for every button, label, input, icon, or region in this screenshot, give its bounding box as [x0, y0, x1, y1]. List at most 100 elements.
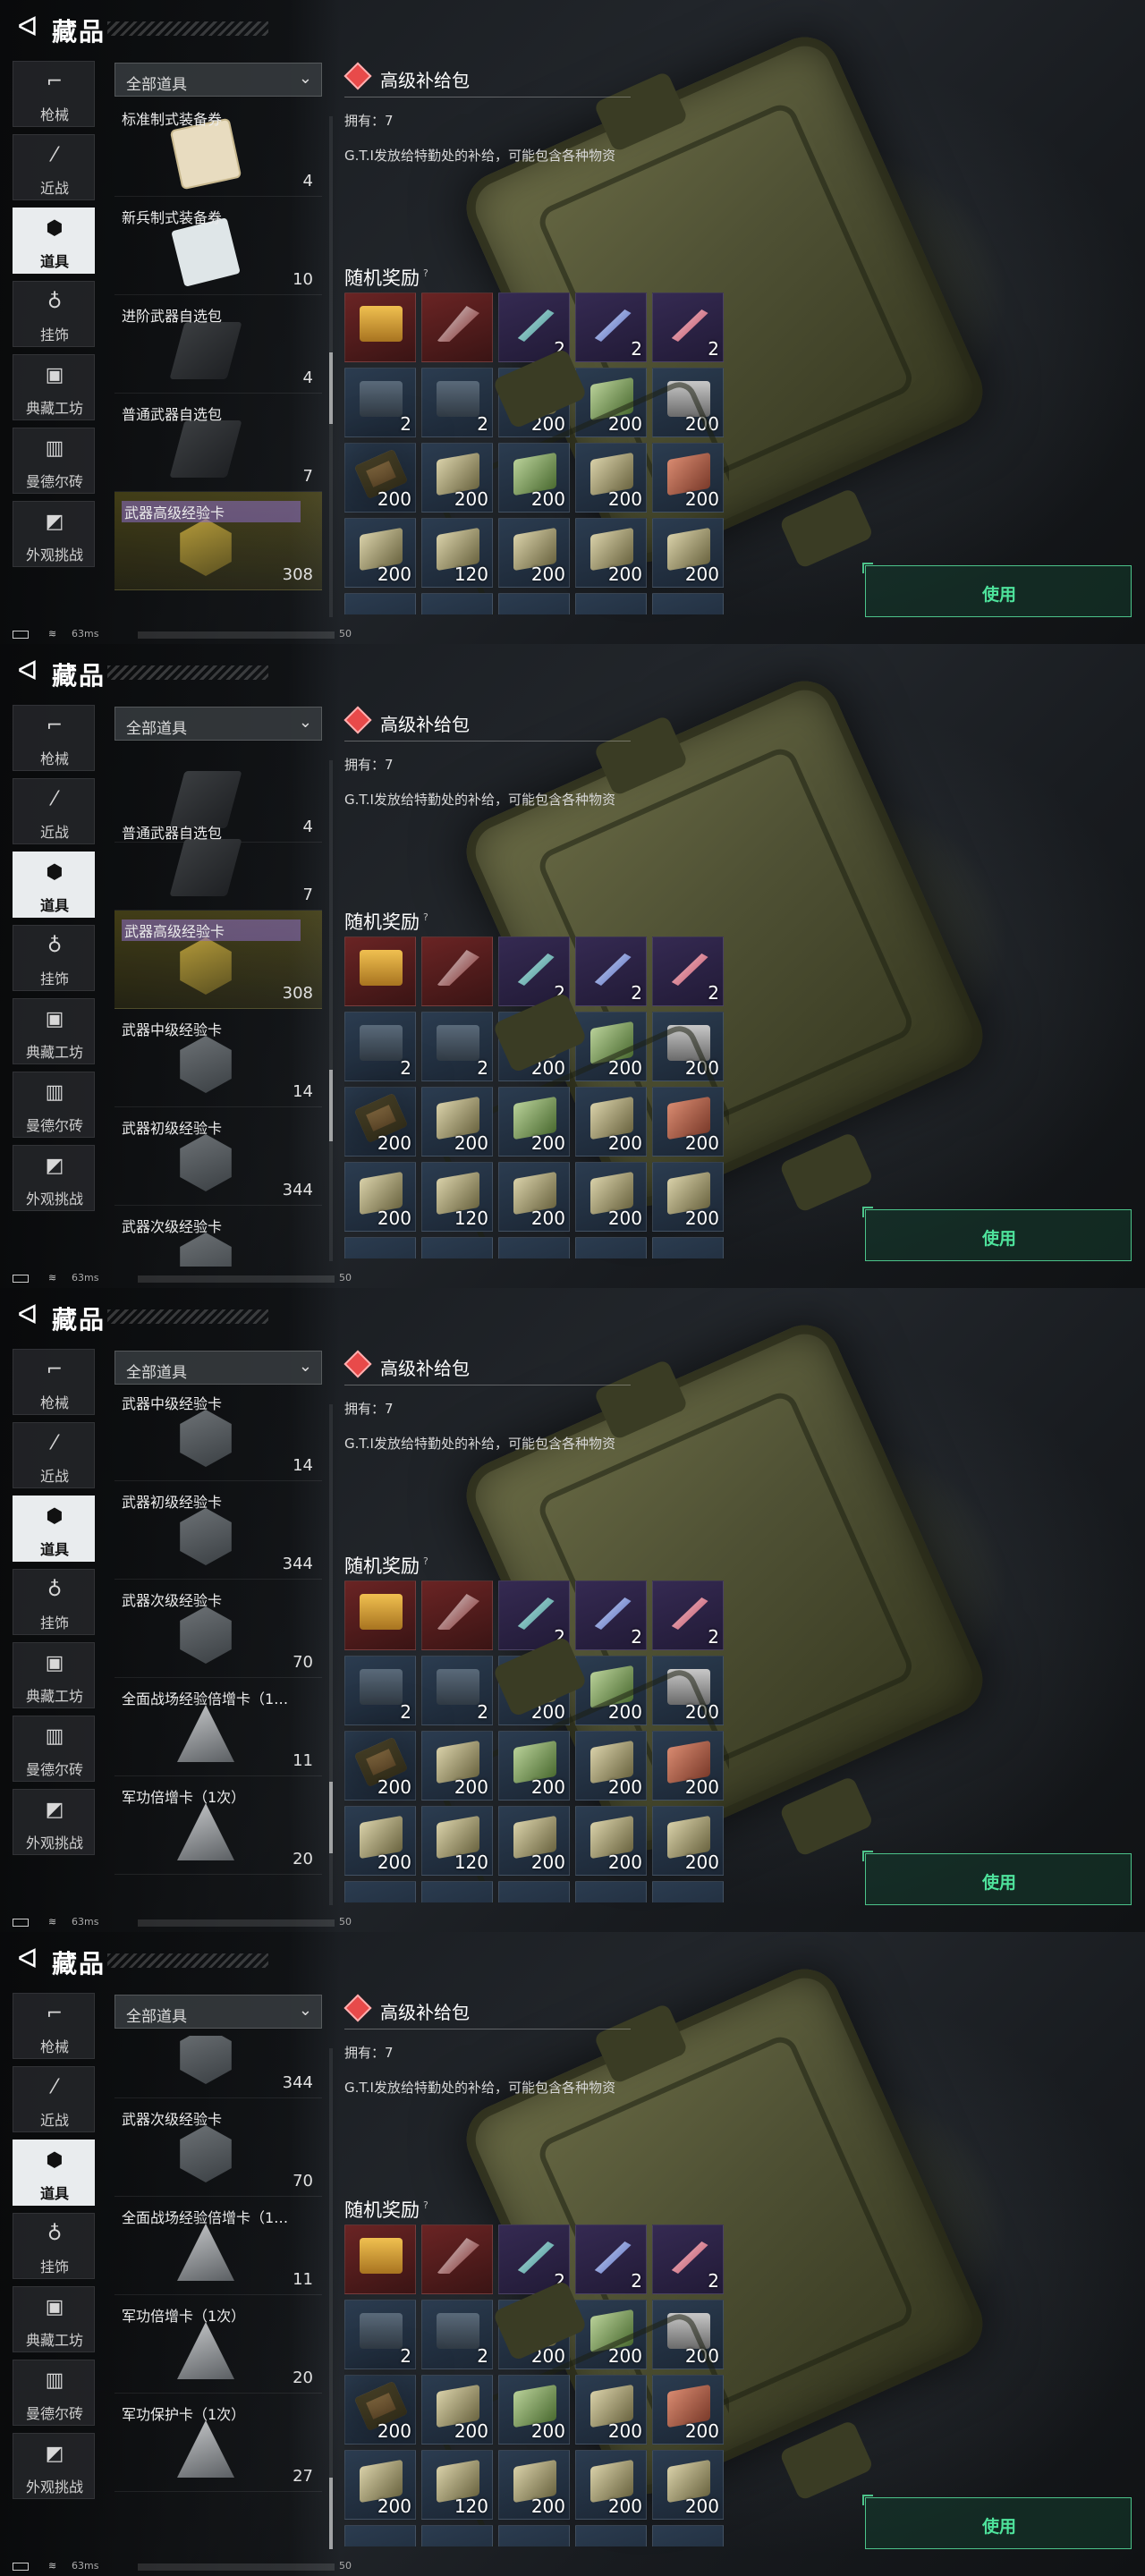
- list-item[interactable]: 武器初级经验卡 344: [114, 1481, 322, 1580]
- reward-cell[interactable]: 200: [652, 1806, 724, 1876]
- reward-cell[interactable]: 200: [652, 2375, 724, 2445]
- list-item[interactable]: 武器高级经验卡 308: [114, 911, 322, 1009]
- category-tab[interactable]: ⁄ 近战: [13, 1422, 95, 1488]
- reward-cell[interactable]: 200: [498, 1162, 570, 1232]
- reward-cell[interactable]: 2: [652, 292, 724, 362]
- category-tab[interactable]: ◩ 外观挑战: [13, 501, 95, 567]
- item-list[interactable]: 标准制式装备券 4 新兵制式装备券 10 进阶武器自选包 4 普通武器自选包 7 武器高级经验卡…: [114, 104, 322, 623]
- help-icon[interactable]: ?: [423, 911, 428, 923]
- category-tab[interactable]: ⁄ 近战: [13, 134, 95, 200]
- reward-cell[interactable]: 200: [421, 2375, 493, 2445]
- use-button[interactable]: 使用: [862, 2495, 1132, 2549]
- category-tab[interactable]: ▥ 曼德尔砖: [13, 2360, 95, 2426]
- reward-cell[interactable]: [652, 1237, 724, 1258]
- item-filter-dropdown[interactable]: 全部道具 ⌄: [114, 1351, 322, 1385]
- reward-cell[interactable]: [575, 1237, 647, 1258]
- item-filter-dropdown[interactable]: 全部道具 ⌄: [114, 1995, 322, 2029]
- reward-cell[interactable]: 200: [344, 1731, 416, 1801]
- scrollbar-thumb[interactable]: [329, 2478, 333, 2549]
- reward-cell[interactable]: [652, 593, 724, 614]
- reward-cell[interactable]: 200: [344, 1162, 416, 1232]
- reward-cell[interactable]: 200: [652, 443, 724, 513]
- list-item[interactable]: 标准制式装备券 4: [114, 104, 322, 197]
- reward-cell[interactable]: 200: [498, 1806, 570, 1876]
- reward-cell[interactable]: [421, 292, 493, 362]
- help-icon[interactable]: ?: [423, 1555, 428, 1567]
- reward-cell[interactable]: 200: [652, 2450, 724, 2520]
- list-scrollbar[interactable]: [329, 2048, 333, 2549]
- list-scrollbar[interactable]: [329, 1404, 333, 1905]
- category-tab[interactable]: ⌐ 枪械: [13, 61, 95, 127]
- reward-cell[interactable]: 200: [575, 1162, 647, 1232]
- reward-cell[interactable]: [498, 593, 570, 614]
- reward-cell[interactable]: 200: [498, 1731, 570, 1801]
- reward-cell[interactable]: [498, 2525, 570, 2546]
- reward-cell[interactable]: 2: [344, 1012, 416, 1081]
- reward-cell[interactable]: [498, 1237, 570, 1258]
- list-scrollbar[interactable]: [329, 760, 333, 1261]
- category-tab[interactable]: ⬢ 道具: [13, 1496, 95, 1562]
- reward-cell[interactable]: 200: [344, 518, 416, 588]
- list-item[interactable]: 344: [114, 2036, 322, 2098]
- reward-cell[interactable]: [421, 936, 493, 1006]
- reward-cell[interactable]: [421, 1237, 493, 1258]
- use-button[interactable]: 使用: [862, 1207, 1132, 1261]
- reward-cell[interactable]: [575, 593, 647, 614]
- reward-cell[interactable]: 200: [421, 443, 493, 513]
- reward-cell[interactable]: [344, 593, 416, 614]
- reward-cell[interactable]: 2: [652, 936, 724, 1006]
- list-item[interactable]: 武器高级经验卡 308: [114, 492, 322, 590]
- reward-cell[interactable]: 200: [344, 1806, 416, 1876]
- reward-cell[interactable]: [344, 1580, 416, 1650]
- help-icon[interactable]: ?: [423, 2199, 428, 2211]
- reward-cell[interactable]: 200: [575, 1806, 647, 1876]
- reward-cell[interactable]: 200: [575, 2450, 647, 2520]
- reward-cell[interactable]: 200: [498, 2450, 570, 2520]
- reward-grid[interactable]: 2222220020020020020020020020020012020020…: [344, 1580, 729, 1902]
- reward-cell[interactable]: [575, 2525, 647, 2546]
- reward-cell[interactable]: 2: [575, 2224, 647, 2294]
- category-tab[interactable]: ⌐ 枪械: [13, 705, 95, 771]
- reward-cell[interactable]: 2: [421, 368, 493, 437]
- list-item[interactable]: 武器初级经验卡 344: [114, 1107, 322, 1206]
- reward-cell[interactable]: [421, 2525, 493, 2546]
- item-list[interactable]: 4 普通武器自选包 7 武器高级经验卡 308 武器中级经验卡 14 武器初级经验卡 344 武器…: [114, 748, 322, 1267]
- list-item[interactable]: 全面战场经验倍增卡（1… 11: [114, 1678, 322, 1776]
- category-tab[interactable]: ⁄ 近战: [13, 2066, 95, 2132]
- back-arrow-icon[interactable]: ᐊ: [13, 1945, 43, 1975]
- category-tab[interactable]: ⬢ 道具: [13, 208, 95, 274]
- reward-cell[interactable]: 200: [575, 1087, 647, 1157]
- scrollbar-thumb[interactable]: [329, 1069, 333, 1141]
- list-item[interactable]: 武器次级经验卡 70: [114, 2098, 322, 2197]
- reward-cell[interactable]: 120: [421, 518, 493, 588]
- reward-cell[interactable]: 200: [344, 2375, 416, 2445]
- category-tab[interactable]: ♁ 挂饰: [13, 925, 95, 991]
- scrollbar-thumb[interactable]: [329, 1782, 333, 1854]
- reward-cell[interactable]: [344, 1881, 416, 1902]
- category-tab[interactable]: ▣ 典藏工坊: [13, 354, 95, 420]
- back-arrow-icon[interactable]: ᐊ: [13, 13, 43, 43]
- list-item[interactable]: 军功倍增卡（1次） 20: [114, 2295, 322, 2394]
- scrollbar-thumb[interactable]: [329, 352, 333, 424]
- category-tab[interactable]: ◩ 外观挑战: [13, 2433, 95, 2499]
- reward-cell[interactable]: 200: [344, 2450, 416, 2520]
- category-tab[interactable]: ◩ 外观挑战: [13, 1145, 95, 1211]
- reward-cell[interactable]: [652, 2525, 724, 2546]
- category-tab[interactable]: ▥ 曼德尔砖: [13, 428, 95, 494]
- list-item[interactable]: 全面战场经验倍增卡（1… 11: [114, 2197, 322, 2295]
- reward-cell[interactable]: 200: [421, 1087, 493, 1157]
- list-item[interactable]: 武器次级经验卡: [114, 1206, 322, 1267]
- reward-cell[interactable]: 120: [421, 1162, 493, 1232]
- list-scrollbar[interactable]: [329, 116, 333, 617]
- category-tab[interactable]: ⬢ 道具: [13, 852, 95, 918]
- reward-cell[interactable]: 200: [652, 1162, 724, 1232]
- reward-cell[interactable]: [421, 593, 493, 614]
- reward-cell[interactable]: 2: [421, 2300, 493, 2369]
- reward-cell[interactable]: 200: [575, 1731, 647, 1801]
- category-tab[interactable]: ⬢ 道具: [13, 2140, 95, 2206]
- list-item[interactable]: 进阶武器自选包 4: [114, 295, 322, 394]
- back-arrow-icon[interactable]: ᐊ: [13, 657, 43, 687]
- help-icon[interactable]: ?: [423, 267, 428, 279]
- reward-grid[interactable]: 2222220020020020020020020020020012020020…: [344, 936, 729, 1258]
- back-arrow-icon[interactable]: ᐊ: [13, 1301, 43, 1331]
